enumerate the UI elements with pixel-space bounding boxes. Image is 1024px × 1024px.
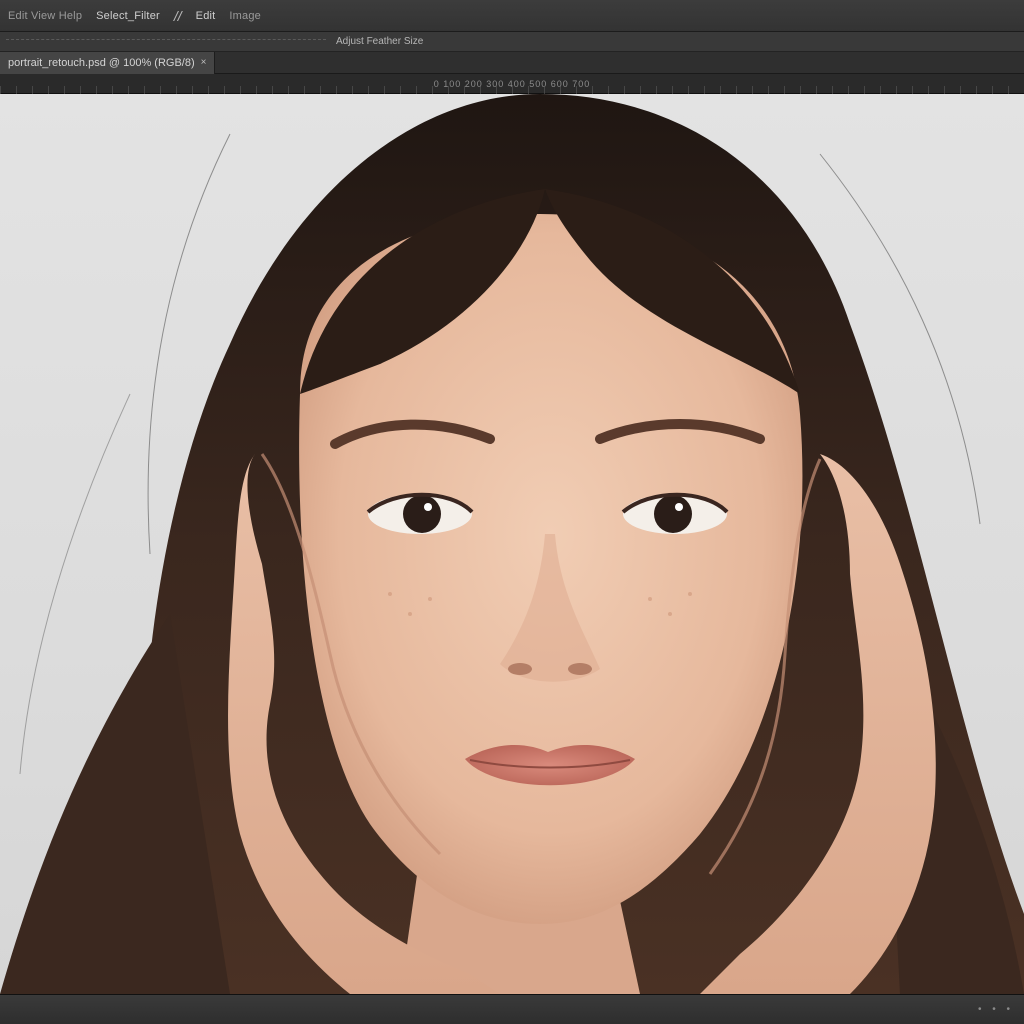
menu-item-image[interactable]: Image bbox=[229, 10, 261, 22]
status-bar: • • • bbox=[0, 994, 1024, 1024]
menu-item-edit[interactable]: Edit bbox=[196, 10, 216, 22]
status-dots: • • • bbox=[977, 1004, 1014, 1015]
options-track[interactable] bbox=[6, 38, 326, 45]
document-tab-bar: portrait_retouch.psd @ 100% (RGB/8) × bbox=[0, 51, 1024, 74]
menu-item-edit-view-help[interactable]: Edit View Help bbox=[8, 10, 82, 22]
photo-editor-window: Edit View Help Select_Filter // Edit Ima… bbox=[0, 0, 1024, 1024]
tool-options-bar: Adjust Feather Size bbox=[0, 32, 1024, 52]
document-tab-label: portrait_retouch.psd @ 100% (RGB/8) bbox=[8, 56, 195, 69]
ruler-ticks bbox=[0, 86, 1024, 94]
close-icon[interactable]: × bbox=[201, 57, 207, 68]
menu-bar: Edit View Help Select_Filter // Edit Ima… bbox=[0, 0, 1024, 32]
horizontal-ruler: 0 100 200 300 400 500 600 700 bbox=[0, 74, 1024, 94]
menu-item-select-filter[interactable]: Select_Filter bbox=[96, 10, 160, 22]
document-tab[interactable]: portrait_retouch.psd @ 100% (RGB/8) × bbox=[0, 51, 216, 74]
options-text[interactable]: Adjust Feather Size bbox=[336, 36, 423, 47]
portrait-photo-icon bbox=[0, 94, 1024, 994]
image-canvas[interactable] bbox=[0, 94, 1024, 994]
slash-divider-icon: // bbox=[173, 7, 182, 24]
